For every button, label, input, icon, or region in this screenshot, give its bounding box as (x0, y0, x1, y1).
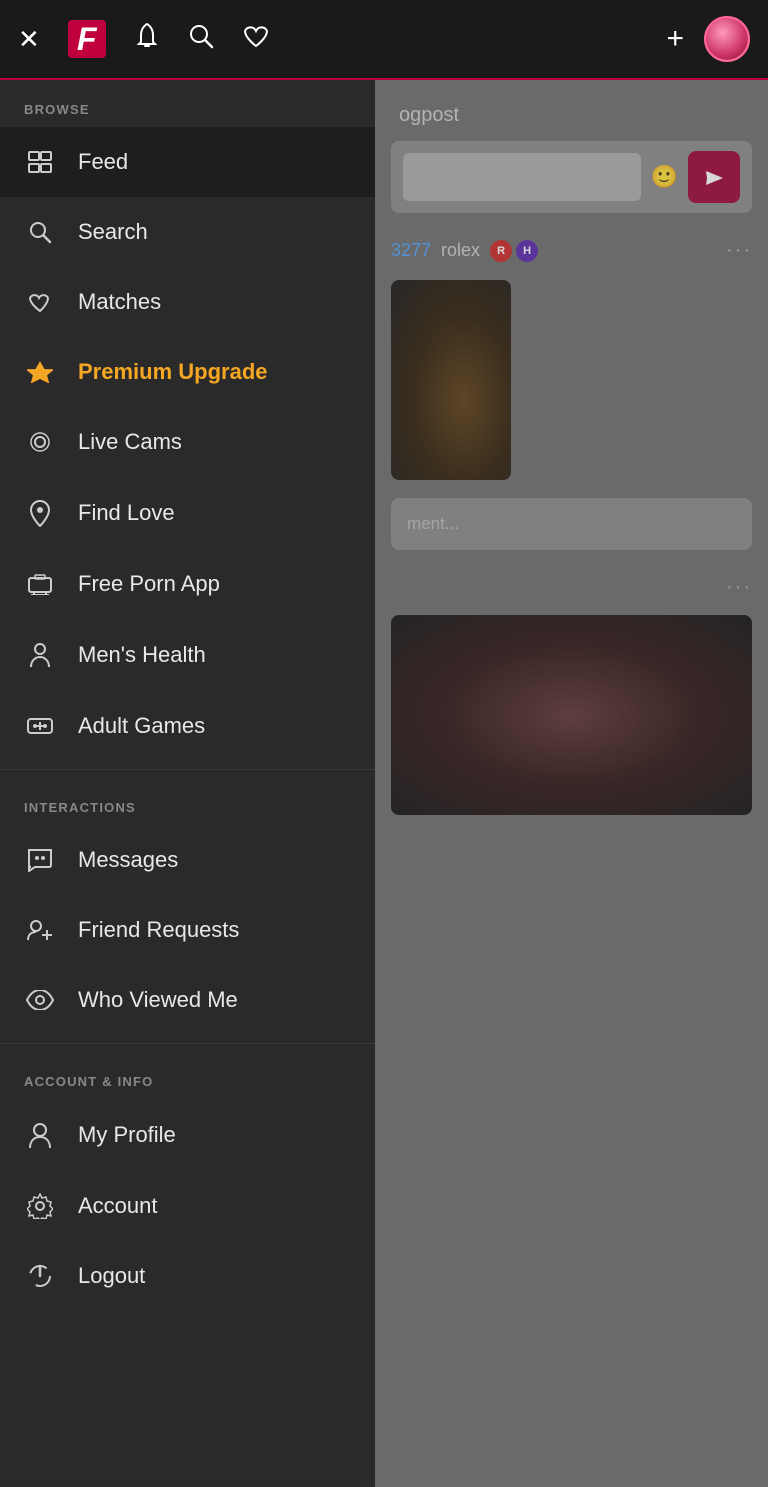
browse-section-label: BROWSE (0, 80, 375, 127)
sidebar-item-friendrequests[interactable]: Friend Requests (0, 895, 375, 965)
divider-interactions (0, 769, 375, 770)
badge-h: H (516, 240, 538, 262)
messages-icon (24, 848, 56, 872)
sidebar-menshealth-label: Men's Health (78, 642, 206, 668)
sidebar-item-menshealth[interactable]: Men's Health (0, 619, 375, 691)
sidebar-premium-label: Premium Upgrade (78, 359, 268, 385)
sidebar-account-label: Account (78, 1193, 158, 1219)
search-icon[interactable] (188, 23, 214, 56)
sidebar-item-livecams[interactable]: Live Cams (0, 407, 375, 477)
sidebar-item-freeporn[interactable]: Free Porn App (0, 549, 375, 619)
divider-account (0, 1043, 375, 1044)
comment-input-box[interactable] (403, 153, 641, 201)
topbar-right: + (666, 16, 750, 62)
content-header: ogpost (391, 96, 752, 141)
heart-icon[interactable] (242, 23, 270, 56)
adultgames-icon (24, 715, 56, 737)
sidebar-item-adultgames[interactable]: Adult Games (0, 691, 375, 761)
sidebar-myprofile-label: My Profile (78, 1122, 176, 1148)
sidebar-feed-label: Feed (78, 149, 128, 175)
matches-icon (24, 291, 56, 313)
sidebar-item-account[interactable]: Account (0, 1171, 375, 1241)
main-layout: BROWSE Feed Search (0, 80, 768, 1487)
sidebar-freeporn-label: Free Porn App (78, 571, 220, 597)
close-icon[interactable]: ✕ (18, 24, 40, 55)
sidebar-item-logout[interactable]: Logout (0, 1241, 375, 1311)
sidebar-item-feed[interactable]: Feed (0, 127, 375, 197)
feed-icon (24, 151, 56, 173)
post1-number: 3277 (391, 240, 431, 261)
comment-placeholder: ment... (407, 514, 459, 534)
comment-input-row: 🙂 (391, 141, 752, 213)
send-button[interactable] (688, 151, 740, 203)
sidebar-adultgames-label: Adult Games (78, 713, 205, 739)
logout-icon (24, 1263, 56, 1289)
account-section-label: ACCOUNT & INFO (0, 1052, 375, 1099)
sidebar-item-matches[interactable]: Matches (0, 267, 375, 337)
sidebar: BROWSE Feed Search (0, 80, 375, 1487)
post2-image (391, 615, 752, 815)
post1-user: rolex (441, 240, 480, 261)
post2-meta-row: ··· (391, 568, 752, 607)
findlove-icon (24, 499, 56, 527)
emoji-button[interactable]: 🙂 (651, 164, 678, 190)
sidebar-logout-label: Logout (78, 1263, 145, 1289)
avatar[interactable] (704, 16, 750, 62)
premium-icon (24, 361, 56, 383)
sidebar-item-search[interactable]: Search (0, 197, 375, 267)
sidebar-item-whoviewedme[interactable]: Who Viewed Me (0, 965, 375, 1035)
whoviewedme-icon (24, 990, 56, 1010)
freeporn-icon (24, 573, 56, 595)
sidebar-item-findlove[interactable]: Find Love (0, 477, 375, 549)
menshealth-icon (24, 641, 56, 669)
sidebar-findlove-label: Find Love (78, 500, 175, 526)
myprofile-icon (24, 1121, 56, 1149)
sidebar-livecams-label: Live Cams (78, 429, 182, 455)
sidebar-whoviewedme-label: Who Viewed Me (78, 987, 238, 1013)
add-icon[interactable]: + (666, 22, 684, 56)
sidebar-matches-label: Matches (78, 289, 161, 315)
friendrequests-icon (24, 918, 56, 942)
sidebar-friendrequests-label: Friend Requests (78, 917, 239, 943)
post1-more-button[interactable]: ··· (726, 239, 752, 262)
livecams-icon (24, 431, 56, 453)
topbar: ✕ F + (0, 0, 768, 80)
account-settings-icon (24, 1193, 56, 1219)
search-nav-icon (24, 220, 56, 244)
content-area: ogpost 🙂 3277 rolex R H (375, 80, 768, 1487)
post2-image-inner (391, 615, 752, 815)
sidebar-messages-label: Messages (78, 847, 178, 873)
interactions-section-label: INTERACTIONS (0, 778, 375, 825)
post1-image-inner (391, 280, 511, 480)
post1-meta-row: 3277 rolex R H ··· (391, 231, 752, 270)
comment-field[interactable]: ment... (391, 498, 752, 550)
sidebar-item-messages[interactable]: Messages (0, 825, 375, 895)
bell-icon[interactable] (134, 22, 160, 57)
post1-badges: R H (490, 240, 538, 262)
app-logo[interactable]: F (68, 20, 106, 58)
post2-more-button[interactable]: ··· (726, 576, 752, 599)
post1-image (391, 280, 511, 480)
sidebar-item-myprofile[interactable]: My Profile (0, 1099, 375, 1171)
sidebar-item-premium[interactable]: Premium Upgrade (0, 337, 375, 407)
topbar-left: ✕ F (18, 20, 270, 58)
badge-r: R (490, 240, 512, 262)
sidebar-search-label: Search (78, 219, 148, 245)
